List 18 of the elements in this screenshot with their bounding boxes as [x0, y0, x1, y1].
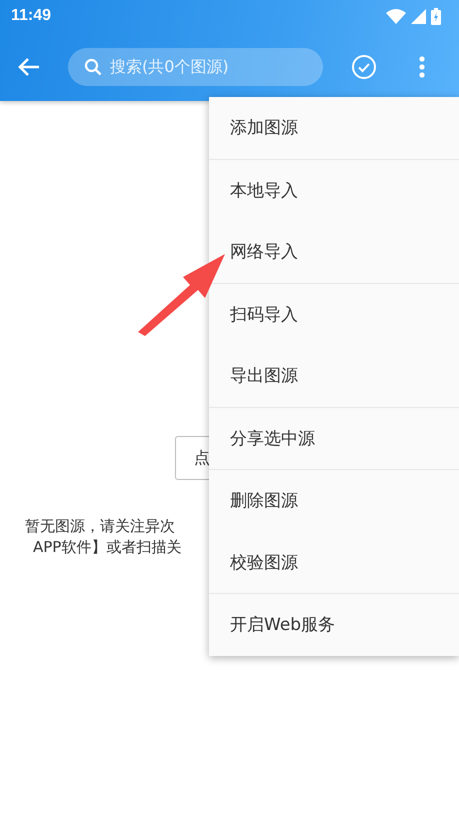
wifi-icon [386, 8, 406, 24]
battery-icon [431, 8, 441, 24]
menu-item[interactable]: 开启Web服务 [209, 594, 459, 656]
search-icon [84, 58, 102, 76]
status-time: 11:49 [11, 7, 52, 25]
menu-item[interactable]: 分享选中源 [209, 408, 459, 469]
back-button[interactable] [18, 56, 40, 76]
empty-message: APP软件】或者扫描关 [33, 537, 182, 558]
menu-item[interactable]: 扫码导入 [209, 284, 459, 345]
menu-item[interactable]: 添加图源 [209, 97, 459, 158]
menu-item[interactable]: 本地导入 [209, 160, 459, 221]
check-button[interactable] [351, 54, 377, 80]
signal-icon [411, 8, 426, 24]
more-button[interactable] [419, 56, 425, 78]
menu-item[interactable]: 导出图源 [209, 345, 459, 406]
menu-item[interactable]: 校验图源 [209, 532, 459, 593]
menu-item[interactable]: 网络导入 [209, 221, 459, 282]
empty-message: 暂无图源，请关注异次 [25, 516, 176, 537]
